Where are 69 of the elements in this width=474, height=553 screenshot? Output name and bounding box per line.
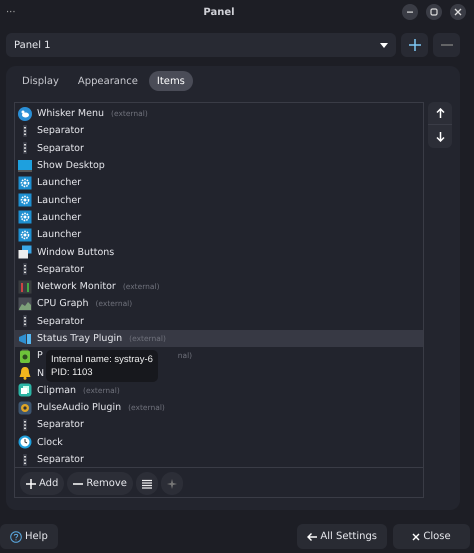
menu-icon[interactable]: ··· [6, 6, 36, 18]
battery-icon [18, 348, 32, 363]
graph-icon [18, 296, 32, 311]
plugin-name[interactable]: Window Buttons [37, 246, 114, 258]
tab[interactable]: Display [14, 71, 67, 91]
tooltip-line: Internal name: systray-6 [51, 353, 153, 366]
caret-icon [380, 42, 388, 48]
plus-icon [408, 39, 420, 51]
back-arrow-icon [307, 532, 318, 542]
plugin-name[interactable]: CPU Graph [37, 298, 88, 310]
windows-icon [18, 245, 32, 260]
plugin-name[interactable]: Launcher [37, 194, 82, 206]
plugin-name[interactable]: Network Monitor [37, 281, 116, 292]
plugin-name[interactable]: Launcher [37, 212, 82, 223]
all-settings-button[interactable]: All Settings [297, 524, 387, 549]
minimize-button[interactable] [402, 4, 418, 20]
plugin-name[interactable]: Clipman [37, 384, 76, 396]
close-icon [454, 8, 462, 16]
close-icon [412, 532, 420, 540]
maximize-icon [430, 8, 438, 16]
gear-icon [18, 193, 32, 208]
up-arrow-icon [436, 108, 444, 118]
tab[interactable]: Items [148, 71, 193, 91]
plugin-name[interactable]: P [37, 350, 43, 362]
move-down-button[interactable] [428, 125, 452, 148]
desktop-icon [18, 158, 32, 173]
gear-icon [18, 176, 32, 190]
plugin-name: Status Tray Plugin [37, 333, 122, 344]
plugin-name[interactable]: Separator [37, 419, 84, 430]
plugin-name[interactable]: Separator [37, 316, 84, 327]
plugin-name[interactable]: PulseAudio Plugin [37, 402, 122, 414]
sparkle-button[interactable] [160, 472, 183, 495]
plugin-name[interactable]: N [37, 368, 44, 379]
bell-icon [18, 366, 32, 380]
plugin-name[interactable]: Separator [37, 454, 84, 466]
list-button[interactable] [136, 472, 158, 495]
meter-icon [18, 280, 32, 294]
window-title: Panel [203, 6, 235, 18]
close-button[interactable] [450, 4, 466, 20]
clock-icon [18, 435, 32, 450]
add-panel-button[interactable] [401, 33, 428, 57]
plugin-name[interactable]: Separator [37, 125, 84, 136]
panel-dropdown[interactable]: Panel 1 [6, 33, 396, 57]
plugin-name[interactable]: Separator [37, 264, 84, 275]
plugin-name[interactable]: Launcher [37, 229, 82, 240]
speaker-icon [18, 400, 32, 415]
plugin-name[interactable]: Show Desktop [37, 160, 105, 172]
gear-icon [18, 228, 32, 242]
help-icon [10, 530, 22, 542]
plugin-name[interactable]: Clock [37, 436, 63, 448]
mouse-logo-icon [18, 106, 32, 121]
help-button[interactable]: Help [0, 524, 58, 549]
tray-icon [18, 332, 32, 346]
remove-button[interactable]: Remove [67, 472, 133, 495]
move-up-button[interactable] [428, 102, 452, 125]
clipboard-icon [18, 383, 32, 398]
tooltip-line: PID: 1103 [51, 366, 94, 379]
sparkle-icon [166, 478, 177, 488]
add-button[interactable]: Add [20, 472, 64, 495]
plus-icon [26, 478, 36, 488]
maximize-button[interactable] [426, 4, 442, 20]
list-icon [142, 478, 152, 488]
plugin-name[interactable]: Whisker Menu [37, 108, 104, 120]
plugin-name[interactable]: Launcher [37, 177, 82, 188]
plugin-name[interactable]: Separator [37, 142, 84, 154]
close-dialog-button[interactable]: Close [393, 524, 470, 549]
down-arrow-icon [436, 132, 444, 142]
gear-icon [18, 210, 32, 224]
tab[interactable]: Appearance [70, 71, 146, 91]
